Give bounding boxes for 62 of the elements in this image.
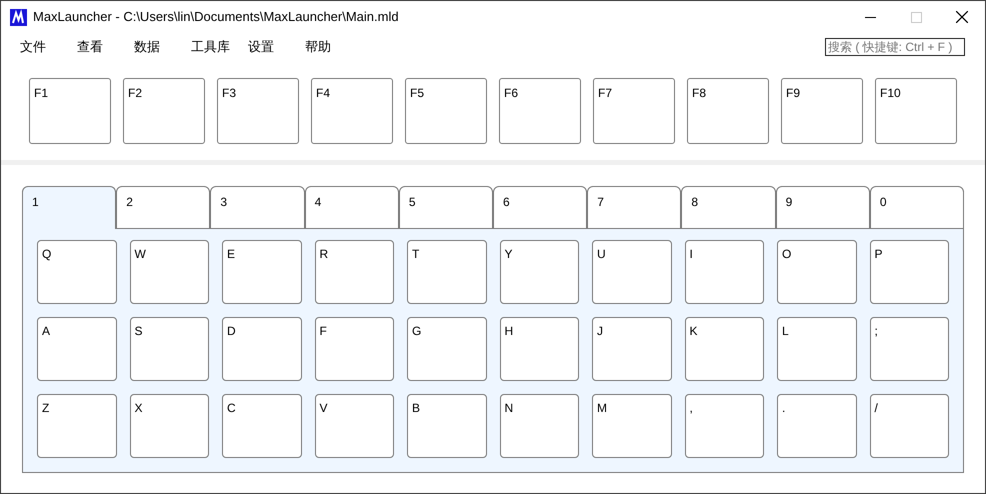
tab[interactable]: 1	[22, 186, 116, 229]
minimize-icon	[864, 16, 876, 18]
launcher-key[interactable]: O	[777, 240, 856, 304]
launcher-key[interactable]: G	[407, 317, 486, 381]
launcher-key[interactable]: K	[684, 317, 764, 381]
function-key[interactable]: F9	[781, 78, 863, 144]
menu-item[interactable]: 帮助	[305, 37, 362, 57]
tab[interactable]: 5	[398, 186, 494, 229]
tab[interactable]: 2	[116, 186, 210, 229]
function-key[interactable]: F1	[29, 78, 111, 144]
launcher-key[interactable]: ,	[684, 394, 764, 458]
menu-item[interactable]: 数据	[134, 37, 191, 57]
launcher-key[interactable]: M	[592, 394, 672, 458]
tab[interactable]: 6	[493, 186, 588, 229]
function-key[interactable]: F2	[123, 78, 205, 144]
close-icon	[956, 11, 968, 23]
launcher-key[interactable]: R	[314, 240, 394, 304]
function-key[interactable]: F8	[687, 78, 769, 144]
menu-item[interactable]: 查看	[77, 37, 134, 57]
menu-item[interactable]: 文件	[20, 37, 77, 57]
tab[interactable]: 7	[587, 186, 682, 229]
launcher-key[interactable]: E	[222, 240, 302, 304]
function-key[interactable]: F5	[405, 78, 487, 144]
launcher-key[interactable]: F	[314, 317, 394, 381]
launcher-key[interactable]: /	[870, 394, 949, 458]
tab[interactable]: 4	[304, 186, 399, 229]
launcher-key[interactable]: U	[592, 240, 672, 304]
launcher-key[interactable]: J	[592, 317, 672, 381]
launcher-key[interactable]: A	[37, 317, 116, 381]
launcher-key[interactable]: .	[777, 394, 856, 458]
launcher-key[interactable]: T	[407, 240, 486, 304]
app-logo-icon	[10, 8, 27, 26]
launcher-key[interactable]: L	[777, 317, 856, 381]
tab[interactable]: 8	[681, 186, 776, 229]
launcher-key[interactable]: ;	[870, 317, 949, 381]
tab[interactable]: 9	[776, 186, 870, 229]
launcher-key[interactable]: P	[870, 240, 949, 304]
launcher-key[interactable]: N	[500, 394, 579, 458]
maximize-icon	[910, 12, 922, 22]
launcher-key[interactable]: I	[684, 240, 764, 304]
menu-item[interactable]: 设置	[248, 37, 305, 57]
launcher-key[interactable]: V	[314, 394, 394, 458]
function-key[interactable]: F3	[217, 78, 299, 144]
search-field[interactable]: 搜索 ( 快捷键: Ctrl + F )	[825, 38, 965, 56]
function-key[interactable]: F6	[499, 78, 581, 144]
launcher-key[interactable]: C	[222, 394, 302, 458]
launcher-key[interactable]: X	[130, 394, 209, 458]
function-key[interactable]: F4	[311, 78, 393, 144]
menu-item[interactable]: 工具库	[191, 37, 248, 57]
launcher-key[interactable]: S	[130, 317, 209, 381]
launcher-key[interactable]: Y	[500, 240, 579, 304]
function-key[interactable]: F10	[875, 78, 957, 144]
launcher-key[interactable]: W	[130, 240, 209, 304]
function-key[interactable]: F7	[593, 78, 675, 144]
launcher-key[interactable]: D	[222, 317, 302, 381]
tab[interactable]: 3	[210, 186, 305, 229]
launcher-key[interactable]: Q	[37, 240, 116, 304]
launcher-key[interactable]: Z	[37, 394, 116, 458]
launcher-key[interactable]: H	[500, 317, 579, 381]
tab[interactable]: 0	[870, 186, 964, 229]
launcher-key[interactable]: B	[407, 394, 486, 458]
window-title: MaxLauncher - C:\Users\lin\Documents\MaxLauncher\Main.mld	[33, 8, 399, 26]
